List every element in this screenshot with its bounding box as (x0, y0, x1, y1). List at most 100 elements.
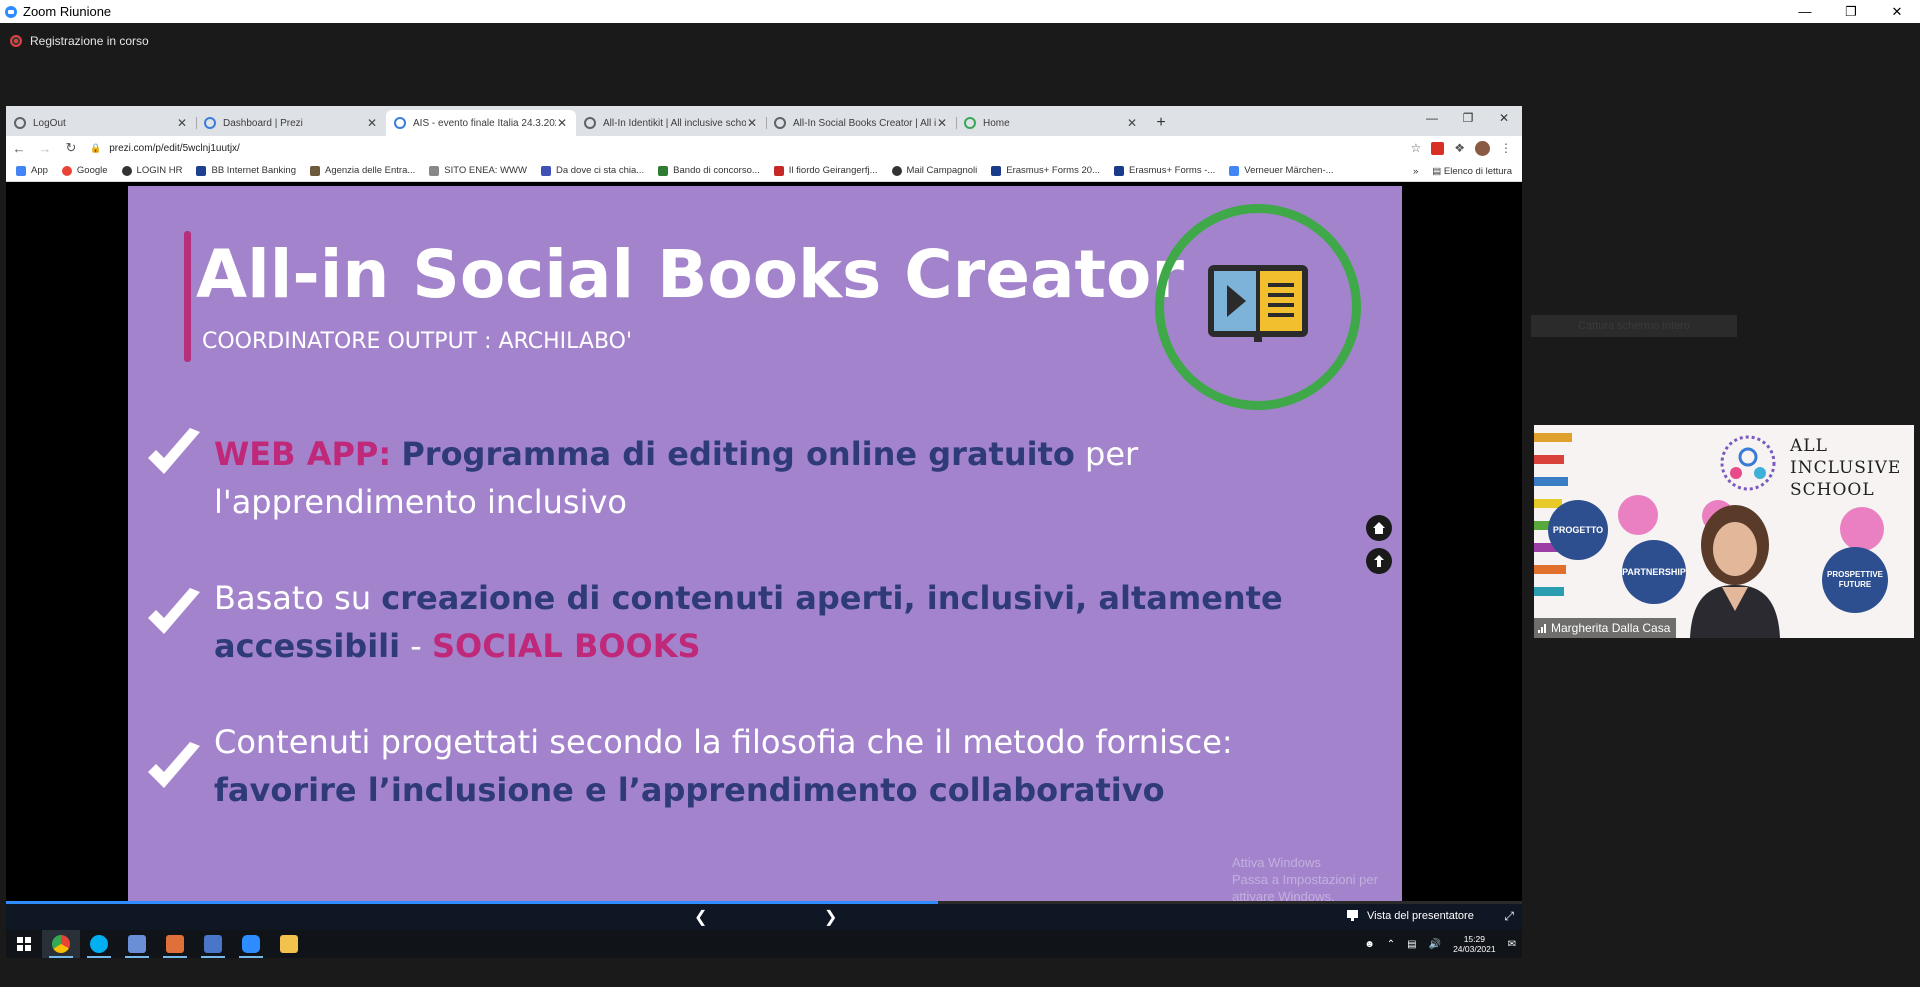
prezi-home-button[interactable] (1366, 515, 1392, 541)
presenter-view-button[interactable]: Vista del presentatore (1346, 909, 1474, 922)
decor-dot (1618, 495, 1658, 535)
people-icon[interactable]: ☻ (1364, 939, 1375, 950)
taskbar-network[interactable] (118, 930, 156, 958)
slide-title: All-in Social Books Creator (196, 236, 1184, 313)
app-icon (166, 935, 184, 953)
recording-indicator[interactable]: Registrazione in corso (10, 34, 149, 48)
browser-minimize-button[interactable]: — (1414, 106, 1450, 132)
bookmark-erasmus-2[interactable]: Erasmus+ Forms -... (1113, 165, 1215, 176)
star-icon[interactable]: ☆ (1410, 141, 1421, 155)
tab-logout[interactable]: LogOut ✕ (6, 110, 196, 136)
next-step-button[interactable]: ❯ (824, 907, 837, 927)
menu-dots-icon[interactable]: ⋮ (1500, 141, 1512, 155)
fullscreen-icon[interactable]: ⤢ (1504, 909, 1514, 924)
bullet-contenuti: Contenuti progettati secondo la filosofi… (214, 723, 1233, 809)
forward-icon[interactable]: → (32, 141, 58, 156)
presentation-slide: All-in Social Books Creator COORDINATORE… (128, 186, 1402, 904)
zoom-title-bar: Zoom Riunione — ❐ ✕ (0, 0, 1920, 23)
browser-close-button[interactable]: ✕ (1486, 106, 1522, 132)
tab-label: All-In Social Books Creator | All in (793, 117, 936, 129)
globe-icon (14, 117, 26, 129)
zoom-icon (242, 935, 260, 953)
bookmark-bb-banking[interactable]: BB Internet Banking (196, 165, 296, 176)
globe-icon (121, 165, 132, 176)
progetto-bubble: PROGETTO (1548, 500, 1608, 560)
ebook-icon (1208, 265, 1308, 342)
globe-icon (584, 117, 596, 129)
zoom-logo-icon (5, 5, 17, 18)
network-icon[interactable]: ▤ (1407, 939, 1416, 950)
puzzle-icon[interactable]: ❖ (1454, 141, 1465, 155)
bookmark-fiordo[interactable]: Il fiordo Geirangerfj... (773, 165, 878, 176)
bookmark-da-dove[interactable]: Da dove ci sta chia... (540, 165, 644, 176)
more-bookmarks-icon[interactable]: » (1413, 166, 1418, 177)
recording-label: Registrazione in corso (30, 34, 149, 48)
previous-step-button[interactable]: ❮ (694, 907, 707, 927)
bookmark-google[interactable]: Google (61, 165, 108, 176)
tab-social-books-creator[interactable]: All-In Social Books Creator | All in ✕ (766, 110, 956, 136)
back-arrow-icon (1374, 555, 1384, 567)
url-field[interactable]: 🔒 prezi.com/p/edit/5wclnj1uutjx/ (90, 139, 1410, 157)
participant-video[interactable]: PROGETTO PARTNERSHIP PROSPETTIVE FUTURE … (1534, 425, 1914, 638)
taskbar-zoom[interactable] (232, 930, 270, 958)
site-icon (658, 165, 669, 176)
tab-dashboard-prezi[interactable]: Dashboard | Prezi ✕ (196, 110, 386, 136)
chevron-up-icon[interactable]: ⌃ (1387, 939, 1395, 950)
volume-icon[interactable]: 🔊 (1429, 939, 1441, 950)
reload-icon[interactable]: ↻ (58, 140, 84, 156)
prezi-back-button[interactable] (1366, 548, 1392, 574)
tab-home[interactable]: Home ✕ (956, 110, 1146, 136)
agency-icon (309, 165, 320, 176)
reading-list-button[interactable]: ▤ Elenco di lettura (1432, 166, 1512, 177)
windows-activation-watermark: Attiva Windows Passa a Impostazioni per … (1232, 855, 1378, 904)
school-logo-icon (1720, 435, 1776, 491)
taskbar-skype[interactable] (80, 930, 118, 958)
minimize-button[interactable]: — (1782, 0, 1828, 23)
restore-button[interactable]: ❐ (1828, 0, 1874, 23)
tab-close-icon[interactable]: ✕ (746, 116, 758, 130)
new-tab-button[interactable]: + (1146, 110, 1176, 136)
bookmark-enea[interactable]: SITO ENEA: WWW (429, 165, 527, 176)
clock[interactable]: 15:29 24/03/2021 (1453, 934, 1496, 954)
tab-all-in-identikit[interactable]: All-In Identikit | All inclusive scho ✕ (576, 110, 766, 136)
tab-close-icon[interactable]: ✕ (936, 116, 948, 130)
profile-avatar-icon[interactable] (1475, 140, 1490, 156)
bullet-web-app: WEB APP: Programma di editing online gra… (214, 435, 1139, 521)
bookmark-bando[interactable]: Bando di concorso... (658, 165, 760, 176)
bookmark-verneuer[interactable]: Verneuer Märchen-... (1229, 165, 1334, 176)
back-icon[interactable]: ← (6, 141, 32, 156)
bookmark-erasmus-1[interactable]: Erasmus+ Forms 20... (991, 165, 1100, 176)
computer-icon (128, 935, 146, 953)
taskbar-app-orange[interactable] (156, 930, 194, 958)
tab-ais-evento[interactable]: AIS - evento finale Italia 24.3.2021 ✕ (386, 110, 576, 136)
bookmark-login-hr[interactable]: LOGIN HR (121, 165, 182, 176)
toolbar-actions: ☆ ❖ ⋮ (1410, 140, 1512, 156)
prezi-icon (394, 117, 406, 129)
windows-logo-icon (17, 937, 31, 951)
bookmark-app[interactable]: App (16, 165, 48, 176)
notifications-icon[interactable]: ✉ (1508, 939, 1516, 950)
folder-icon (280, 935, 298, 953)
window-controls: — ❐ ✕ (1782, 0, 1920, 23)
tab-close-icon[interactable]: ✕ (556, 116, 568, 130)
close-button[interactable]: ✕ (1874, 0, 1920, 23)
taskbar-explorer[interactable] (270, 930, 308, 958)
title-accent-bar (184, 231, 191, 362)
pdf-extension-icon[interactable] (1431, 141, 1445, 155)
check-icon (148, 588, 200, 634)
start-button[interactable] (6, 937, 42, 951)
taskbar-chrome[interactable] (42, 930, 80, 958)
check-icon (148, 742, 200, 788)
taskbar-app-blue[interactable] (194, 930, 232, 958)
tab-close-icon[interactable]: ✕ (1126, 116, 1138, 130)
tab-label: AIS - evento finale Italia 24.3.2021 (413, 117, 556, 129)
tab-close-icon[interactable]: ✕ (176, 116, 188, 130)
bookmark-mail[interactable]: Mail Campagnoli (891, 165, 977, 176)
capture-full-screen-button[interactable]: Cattura schermo intero (1531, 315, 1737, 337)
recording-icon (10, 35, 22, 47)
browser-restore-button[interactable]: ❐ (1450, 106, 1486, 132)
bookmark-agenzia[interactable]: Agenzia delle Entra... (309, 165, 415, 176)
tab-close-icon[interactable]: ✕ (366, 116, 378, 130)
window-title: Zoom Riunione (23, 4, 112, 19)
chrome-icon (52, 935, 70, 953)
